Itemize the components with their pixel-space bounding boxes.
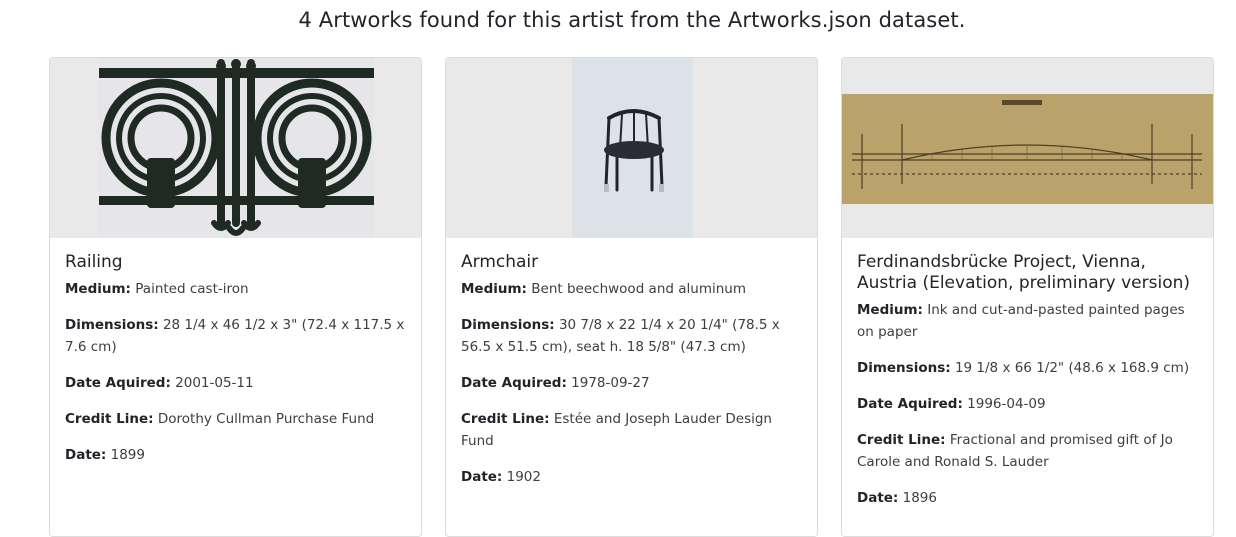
artwork-image [842, 58, 1213, 238]
artwork-credit-line: Credit Line: Estée and Joseph Lauder Des… [461, 411, 772, 449]
artwork-date-acquired: Date Aquired: 1978-09-27 [461, 375, 650, 391]
artwork-card-body: Ferdinandsbrücke Project, Vienna, Austri… [857, 252, 1200, 523]
artwork-medium: Medium: Painted cast-iron [65, 281, 249, 297]
artwork-date-acquired: Date Aquired: 2001-05-11 [65, 375, 254, 391]
artwork-card[interactable]: Ferdinandsbrücke Project, Vienna, Austri… [841, 57, 1214, 537]
artwork-image [50, 58, 421, 238]
artwork-card[interactable]: Railing Medium: Painted cast-iron Dimens… [49, 57, 422, 537]
artwork-date: Date: 1896 [857, 490, 937, 506]
armchair-image [572, 58, 693, 238]
artwork-card-body: Railing Medium: Painted cast-iron Dimens… [65, 252, 408, 480]
artwork-date: Date: 1902 [461, 469, 541, 485]
artwork-dimensions: Dimensions: 19 1/8 x 66 1/2" (48.6 x 168… [857, 360, 1190, 376]
page-heading: 4 Artworks found for this artist from th… [298, 8, 966, 32]
bridge-drawing-image [842, 94, 1213, 204]
artwork-dimensions: Dimensions: 30 7/8 x 22 1/4 x 20 1/4" (7… [461, 317, 780, 355]
railing-image [99, 58, 374, 238]
artwork-credit-line: Credit Line: Fractional and promised gif… [857, 432, 1173, 470]
artwork-card-list: Railing Medium: Painted cast-iron Dimens… [49, 57, 1216, 537]
artwork-date: Date: 1899 [65, 447, 145, 463]
artwork-image [446, 58, 817, 238]
artwork-credit-line: Credit Line: Dorothy Cullman Purchase Fu… [65, 411, 375, 427]
artwork-date-acquired: Date Aquired: 1996-04-09 [857, 396, 1046, 412]
artwork-medium: Medium: Bent beechwood and aluminum [461, 281, 746, 297]
artwork-medium: Medium: Ink and cut-and-pasted painted p… [857, 302, 1185, 340]
artwork-dimensions: Dimensions: 28 1/4 x 46 1/2 x 3" (72.4 x… [65, 317, 405, 355]
artwork-card[interactable]: Armchair Medium: Bent beechwood and alum… [445, 57, 818, 537]
artwork-title: Ferdinandsbrücke Project, Vienna, Austri… [857, 252, 1191, 293]
artwork-title: Railing [65, 252, 123, 272]
artwork-title: Armchair [461, 252, 539, 272]
artwork-card-body: Armchair Medium: Bent beechwood and alum… [461, 252, 804, 502]
